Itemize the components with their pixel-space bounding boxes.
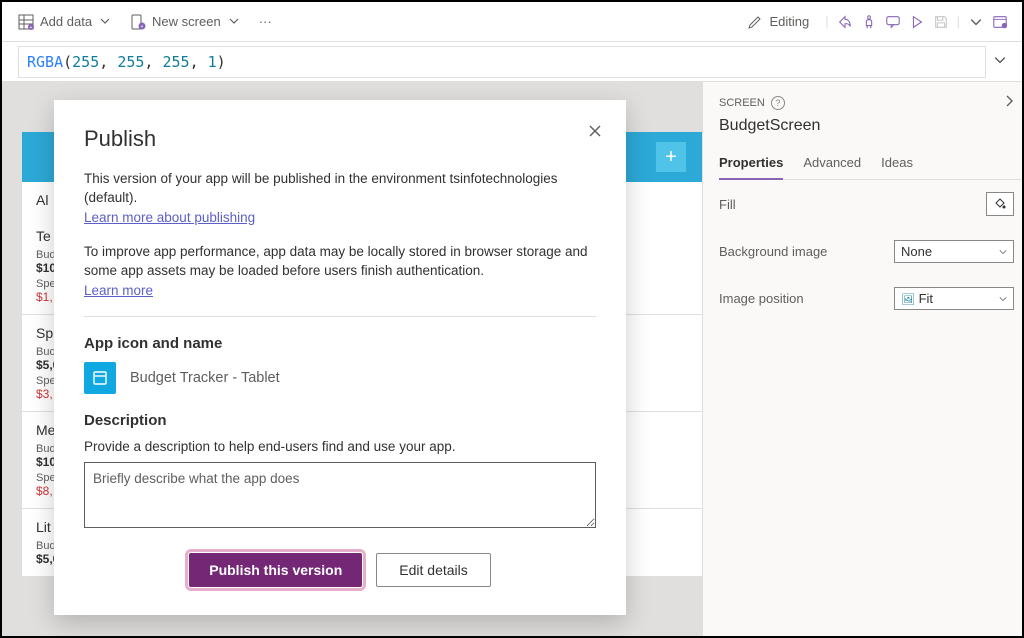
formula-func: RGBA (27, 53, 63, 71)
description-heading: Description (84, 412, 596, 429)
dialog-body-line2: To improve app performance, app data may… (84, 243, 596, 281)
app-icon-heading: App icon and name (84, 335, 596, 352)
fill-label: Fill (719, 197, 986, 212)
pencil-icon (747, 14, 763, 30)
new-screen-label: New screen (152, 14, 221, 29)
new-screen-button[interactable]: + New screen (122, 10, 247, 34)
publish-dialog: Publish This version of your app will be… (54, 100, 626, 615)
imgpos-dropdown[interactable]: 🖼 Fit (894, 287, 1014, 310)
new-screen-icon: + (130, 14, 146, 30)
description-textarea[interactable] (84, 462, 596, 528)
bg-image-label: Background image (719, 244, 894, 259)
publish-icon[interactable] (992, 14, 1008, 30)
properties-panel: SCREEN ? BudgetScreen Properties Advance… (702, 82, 1022, 636)
app-icon (84, 362, 116, 394)
tab-ideas[interactable]: Ideas (881, 149, 913, 179)
add-data-label: Add data (40, 14, 92, 29)
play-icon[interactable] (909, 14, 925, 30)
chevron-right-icon[interactable] (1004, 94, 1014, 111)
command-bar: + Add data + New screen ··· Editing (2, 2, 1022, 42)
save-icon[interactable] (933, 14, 949, 30)
fill-color-button[interactable] (986, 192, 1014, 216)
tab-advanced[interactable]: Advanced (803, 149, 861, 179)
bg-image-dropdown[interactable]: None (894, 240, 1014, 263)
info-icon[interactable]: ? (771, 96, 785, 110)
data-grid-icon: + (18, 14, 34, 30)
edit-details-button[interactable]: Edit details (376, 553, 490, 587)
learn-more-link[interactable]: Learn more (84, 283, 153, 298)
tab-properties[interactable]: Properties (719, 149, 783, 180)
imgpos-label: Image position (719, 291, 894, 306)
comment-icon[interactable] (885, 14, 901, 30)
checker-icon[interactable] (861, 14, 877, 30)
ellipsis-icon: ··· (259, 14, 272, 29)
editing-label: Editing (769, 14, 809, 29)
app-name: Budget Tracker - Tablet (130, 370, 280, 386)
editing-button[interactable]: Editing (739, 10, 817, 34)
publish-button[interactable]: Publish this version (189, 553, 362, 587)
svg-text:+: + (141, 24, 144, 30)
svg-text:+: + (30, 25, 33, 30)
chevron-down-icon (100, 14, 110, 29)
close-icon[interactable] (588, 124, 602, 143)
learn-publishing-link[interactable]: Learn more about publishing (84, 210, 255, 225)
screen-name: BudgetScreen (719, 117, 1022, 135)
formula-expand-icon[interactable] (994, 54, 1006, 69)
add-icon[interactable]: + (656, 142, 686, 172)
add-data-button[interactable]: + Add data (10, 10, 118, 34)
dialog-title: Publish (84, 126, 596, 152)
chevron-down-icon (229, 14, 239, 29)
description-subtext: Provide a description to help end-users … (84, 439, 596, 454)
more-button[interactable]: ··· (251, 10, 280, 33)
panel-header-label: SCREEN (719, 97, 765, 109)
formula-bar: RGBA(255, 255, 255, 1) (2, 42, 1022, 82)
formula-input[interactable]: RGBA(255, 255, 255, 1) (18, 46, 986, 78)
dialog-body-line1: This version of your app will be publish… (84, 170, 596, 208)
chevron-down-icon[interactable] (968, 14, 984, 30)
image-icon: 🖼 (901, 294, 915, 306)
share-icon[interactable] (837, 14, 853, 30)
